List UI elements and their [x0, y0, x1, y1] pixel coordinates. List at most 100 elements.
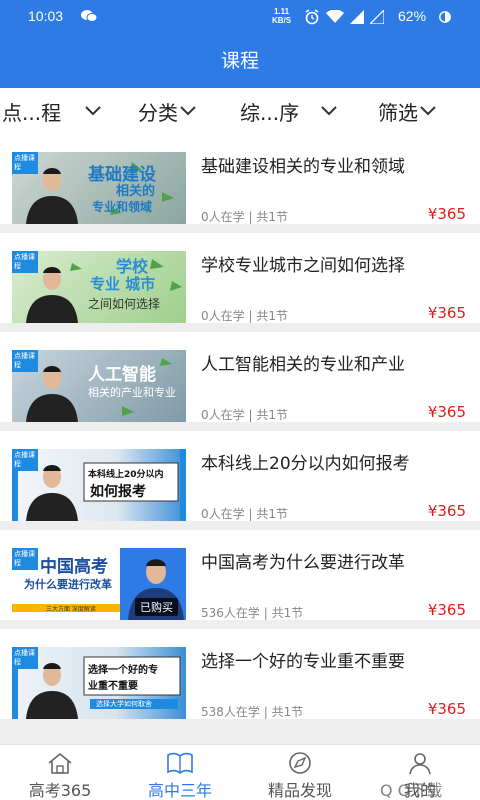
- wechat-icon: [81, 10, 98, 22]
- status-time: 10:03: [28, 8, 64, 24]
- thumb-caption: 业重不重要: [88, 681, 138, 692]
- course-badge: 点播课程: [12, 350, 38, 372]
- course-badge: 点播课程: [12, 251, 38, 273]
- course-lessons: 共1节: [256, 309, 288, 323]
- tab-high-school[interactable]: 高中三年: [120, 745, 240, 800]
- thumb-caption: 如何报考: [90, 484, 146, 500]
- course-item[interactable]: 点播课程 人工智能 相关的产业和专业 人工智能相关的专业和产业 0人在学 | 共…: [0, 332, 480, 422]
- course-thumbnail: 点播课程 中国高考 为什么要进行改革 三大方面 深度解读 已购买: [12, 548, 186, 620]
- wifi-icon: [326, 10, 344, 23]
- signal-icon: [350, 10, 364, 24]
- course-badge: 点播课程: [12, 548, 38, 570]
- course-lessons: 共1节: [271, 705, 304, 719]
- course-lessons: 共1节: [271, 606, 304, 620]
- thumb-caption: 之间如何选择: [88, 297, 161, 311]
- home-icon: [48, 752, 72, 774]
- course-meta: 0人在学 | 共1节: [201, 210, 288, 224]
- battery-level: 62%: [398, 8, 427, 24]
- purchased-badge: 已购买: [135, 598, 178, 616]
- course-badge: 点播课程: [12, 647, 38, 669]
- course-thumbnail: 点播课程 选择一个好的专 业重不重要 选择大学如何取舍: [12, 647, 186, 719]
- course-title: 中国高考为什么要进行改革: [201, 553, 405, 573]
- tab-gaokao365[interactable]: 高考365: [0, 745, 120, 800]
- course-title: 基础建设相关的专业和领域: [201, 157, 405, 177]
- course-thumbnail: 点播课程 本科线上20分以内 如何报考: [12, 449, 186, 521]
- course-lessons: 共1节: [256, 408, 288, 422]
- course-meta: 0人在学 | 共1节: [201, 507, 288, 521]
- course-lessons: 共1节: [256, 210, 288, 224]
- filter-bar: 点...程 分类 综...序 筛选: [0, 88, 480, 134]
- course-item[interactable]: 点播课程 学校 专业 城市 之间如何选择 学校专业城市之间如何选择 0人在学 |…: [0, 233, 480, 323]
- course-learners: 0人在学: [201, 507, 245, 521]
- status-bar: 10:03 1.11 KB/S 62%: [0, 0, 480, 34]
- course-price: ¥365: [427, 601, 466, 619]
- course-title: 选择一个好的专业重不重要: [201, 652, 405, 672]
- course-item[interactable]: 点播课程 基础建设 相关的 专业和领域 基础建设相关的专业和领域 0人在学 | …: [0, 134, 480, 224]
- chevron-down-icon: [180, 106, 196, 116]
- tab-label: 精品发现: [267, 781, 332, 800]
- course-badge: 点播课程: [12, 152, 38, 174]
- thumb-caption: 三大方面 深度解读: [46, 606, 96, 613]
- thumb-caption: 选择大学如何取舍: [96, 700, 152, 708]
- chevron-down-icon: [420, 106, 436, 116]
- alarm-icon: [305, 9, 319, 25]
- chevron-down-icon: [85, 106, 101, 116]
- battery-icon: [439, 11, 451, 23]
- book-icon: [167, 752, 193, 774]
- course-badge: 点播课程: [12, 449, 38, 471]
- chevron-down-icon: [321, 106, 337, 116]
- filter-sort-label: 综...序: [240, 100, 300, 125]
- course-learners: 0人在学: [201, 210, 245, 224]
- thumb-caption: 专业 城市: [90, 275, 156, 293]
- course-thumbnail: 点播课程 人工智能 相关的产业和专业: [12, 350, 186, 422]
- course-price: ¥365: [427, 403, 466, 421]
- net-speed-unit: KB/S: [272, 16, 292, 25]
- bottom-tab-bar: 高考365 高中三年 精品发现 我的 Q Q下载: [0, 744, 480, 800]
- course-price: ¥365: [427, 502, 466, 520]
- course-meta: 536人在学 | 共1节: [201, 606, 304, 620]
- thumb-caption: 人工智能: [88, 365, 156, 385]
- filter-sort[interactable]: 综...序: [240, 88, 337, 134]
- tab-discover[interactable]: 精品发现: [240, 745, 360, 800]
- course-title: 人工智能相关的专业和产业: [201, 355, 405, 375]
- watermark: Q Q下载: [380, 781, 443, 800]
- filter-screen[interactable]: 筛选: [378, 88, 436, 134]
- course-lessons: 共1节: [256, 507, 288, 521]
- filter-course-type-label: 点...程: [2, 100, 62, 125]
- course-price: ¥365: [427, 205, 466, 223]
- thumb-caption: 中国高考: [40, 557, 108, 577]
- filter-category-label: 分类: [138, 100, 178, 125]
- filter-screen-label: 筛选: [378, 100, 418, 125]
- compass-icon: [289, 752, 311, 774]
- course-learners: 538人在学: [201, 705, 260, 719]
- net-speed-value: 1.11: [273, 7, 290, 16]
- course-learners: 0人在学: [201, 408, 245, 422]
- filter-course-type[interactable]: 点...程: [2, 88, 101, 134]
- filter-category[interactable]: 分类: [138, 88, 196, 134]
- thumb-caption: 专业和领域: [92, 200, 153, 214]
- course-thumbnail: 点播课程 基础建设 相关的 专业和领域: [12, 152, 186, 224]
- status-icons: [304, 9, 384, 25]
- course-price: ¥365: [427, 700, 466, 718]
- net-speed: 1.11 KB/S: [272, 7, 291, 25]
- user-icon: [409, 753, 431, 775]
- course-item[interactable]: 点播课程 选择一个好的专 业重不重要 选择大学如何取舍 选择一个好的专业重不重要…: [0, 629, 480, 719]
- signal-icon-2: [370, 10, 384, 24]
- thumb-caption: 相关的: [116, 184, 156, 199]
- course-thumbnail: 点播课程 学校 专业 城市 之间如何选择: [12, 251, 186, 323]
- course-item[interactable]: 点播课程 本科线上20分以内 如何报考 本科线上20分以内如何报考 0人在学 |…: [0, 431, 480, 521]
- course-item[interactable]: 点播课程 中国高考 为什么要进行改革 三大方面 深度解读 已购买 中国高考为什么…: [0, 530, 480, 620]
- thumb-caption: 本科线上20分以内: [88, 470, 164, 480]
- course-meta: 0人在学 | 共1节: [201, 408, 288, 422]
- course-learners: 0人在学: [201, 309, 245, 323]
- course-title: 本科线上20分以内如何报考: [201, 454, 410, 474]
- tab-label: 高中三年: [147, 781, 212, 800]
- thumb-caption: 为什么要进行改革: [24, 578, 112, 591]
- course-price: ¥365: [427, 304, 466, 322]
- tab-label: 高考365: [28, 781, 92, 800]
- course-meta: 0人在学 | 共1节: [201, 309, 288, 323]
- thumb-caption: 选择一个好的专: [88, 665, 158, 676]
- course-learners: 536人在学: [201, 606, 260, 620]
- course-meta: 538人在学 | 共1节: [201, 705, 304, 719]
- course-title: 学校专业城市之间如何选择: [201, 256, 405, 276]
